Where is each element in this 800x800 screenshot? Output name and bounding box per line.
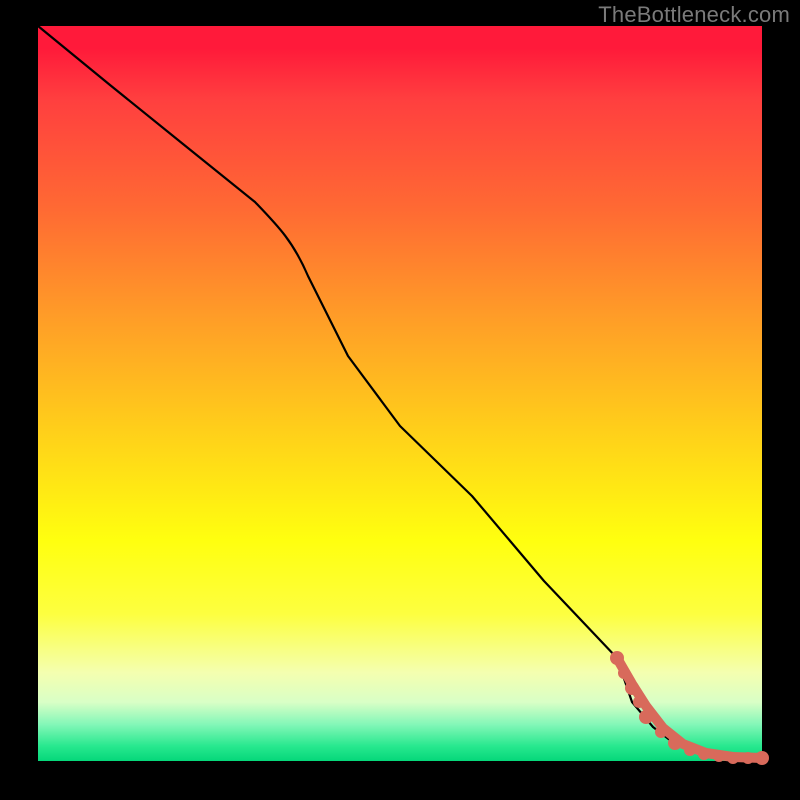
- tail-dot: [742, 752, 754, 764]
- watermark-label: TheBottleneck.com: [598, 2, 790, 28]
- tail-dot: [610, 651, 624, 665]
- tail-dot: [655, 726, 667, 738]
- tail-dot: [618, 667, 630, 679]
- tail-dot: [713, 750, 725, 762]
- tail-dots-group: [610, 651, 769, 765]
- plot-area: [38, 26, 762, 761]
- tail-dot: [633, 696, 645, 708]
- tail-dot: [639, 710, 653, 724]
- plot-overlay: [38, 26, 762, 761]
- tail-dot: [668, 736, 682, 750]
- bottleneck-curve: [38, 26, 762, 758]
- tail-dot: [684, 744, 696, 756]
- tail-cluster-stroke: [617, 658, 762, 758]
- tail-dot: [755, 751, 769, 765]
- tail-dot: [727, 752, 739, 764]
- chart-root: TheBottleneck.com: [0, 0, 800, 800]
- tail-dot: [625, 681, 639, 695]
- tail-dot: [698, 748, 710, 760]
